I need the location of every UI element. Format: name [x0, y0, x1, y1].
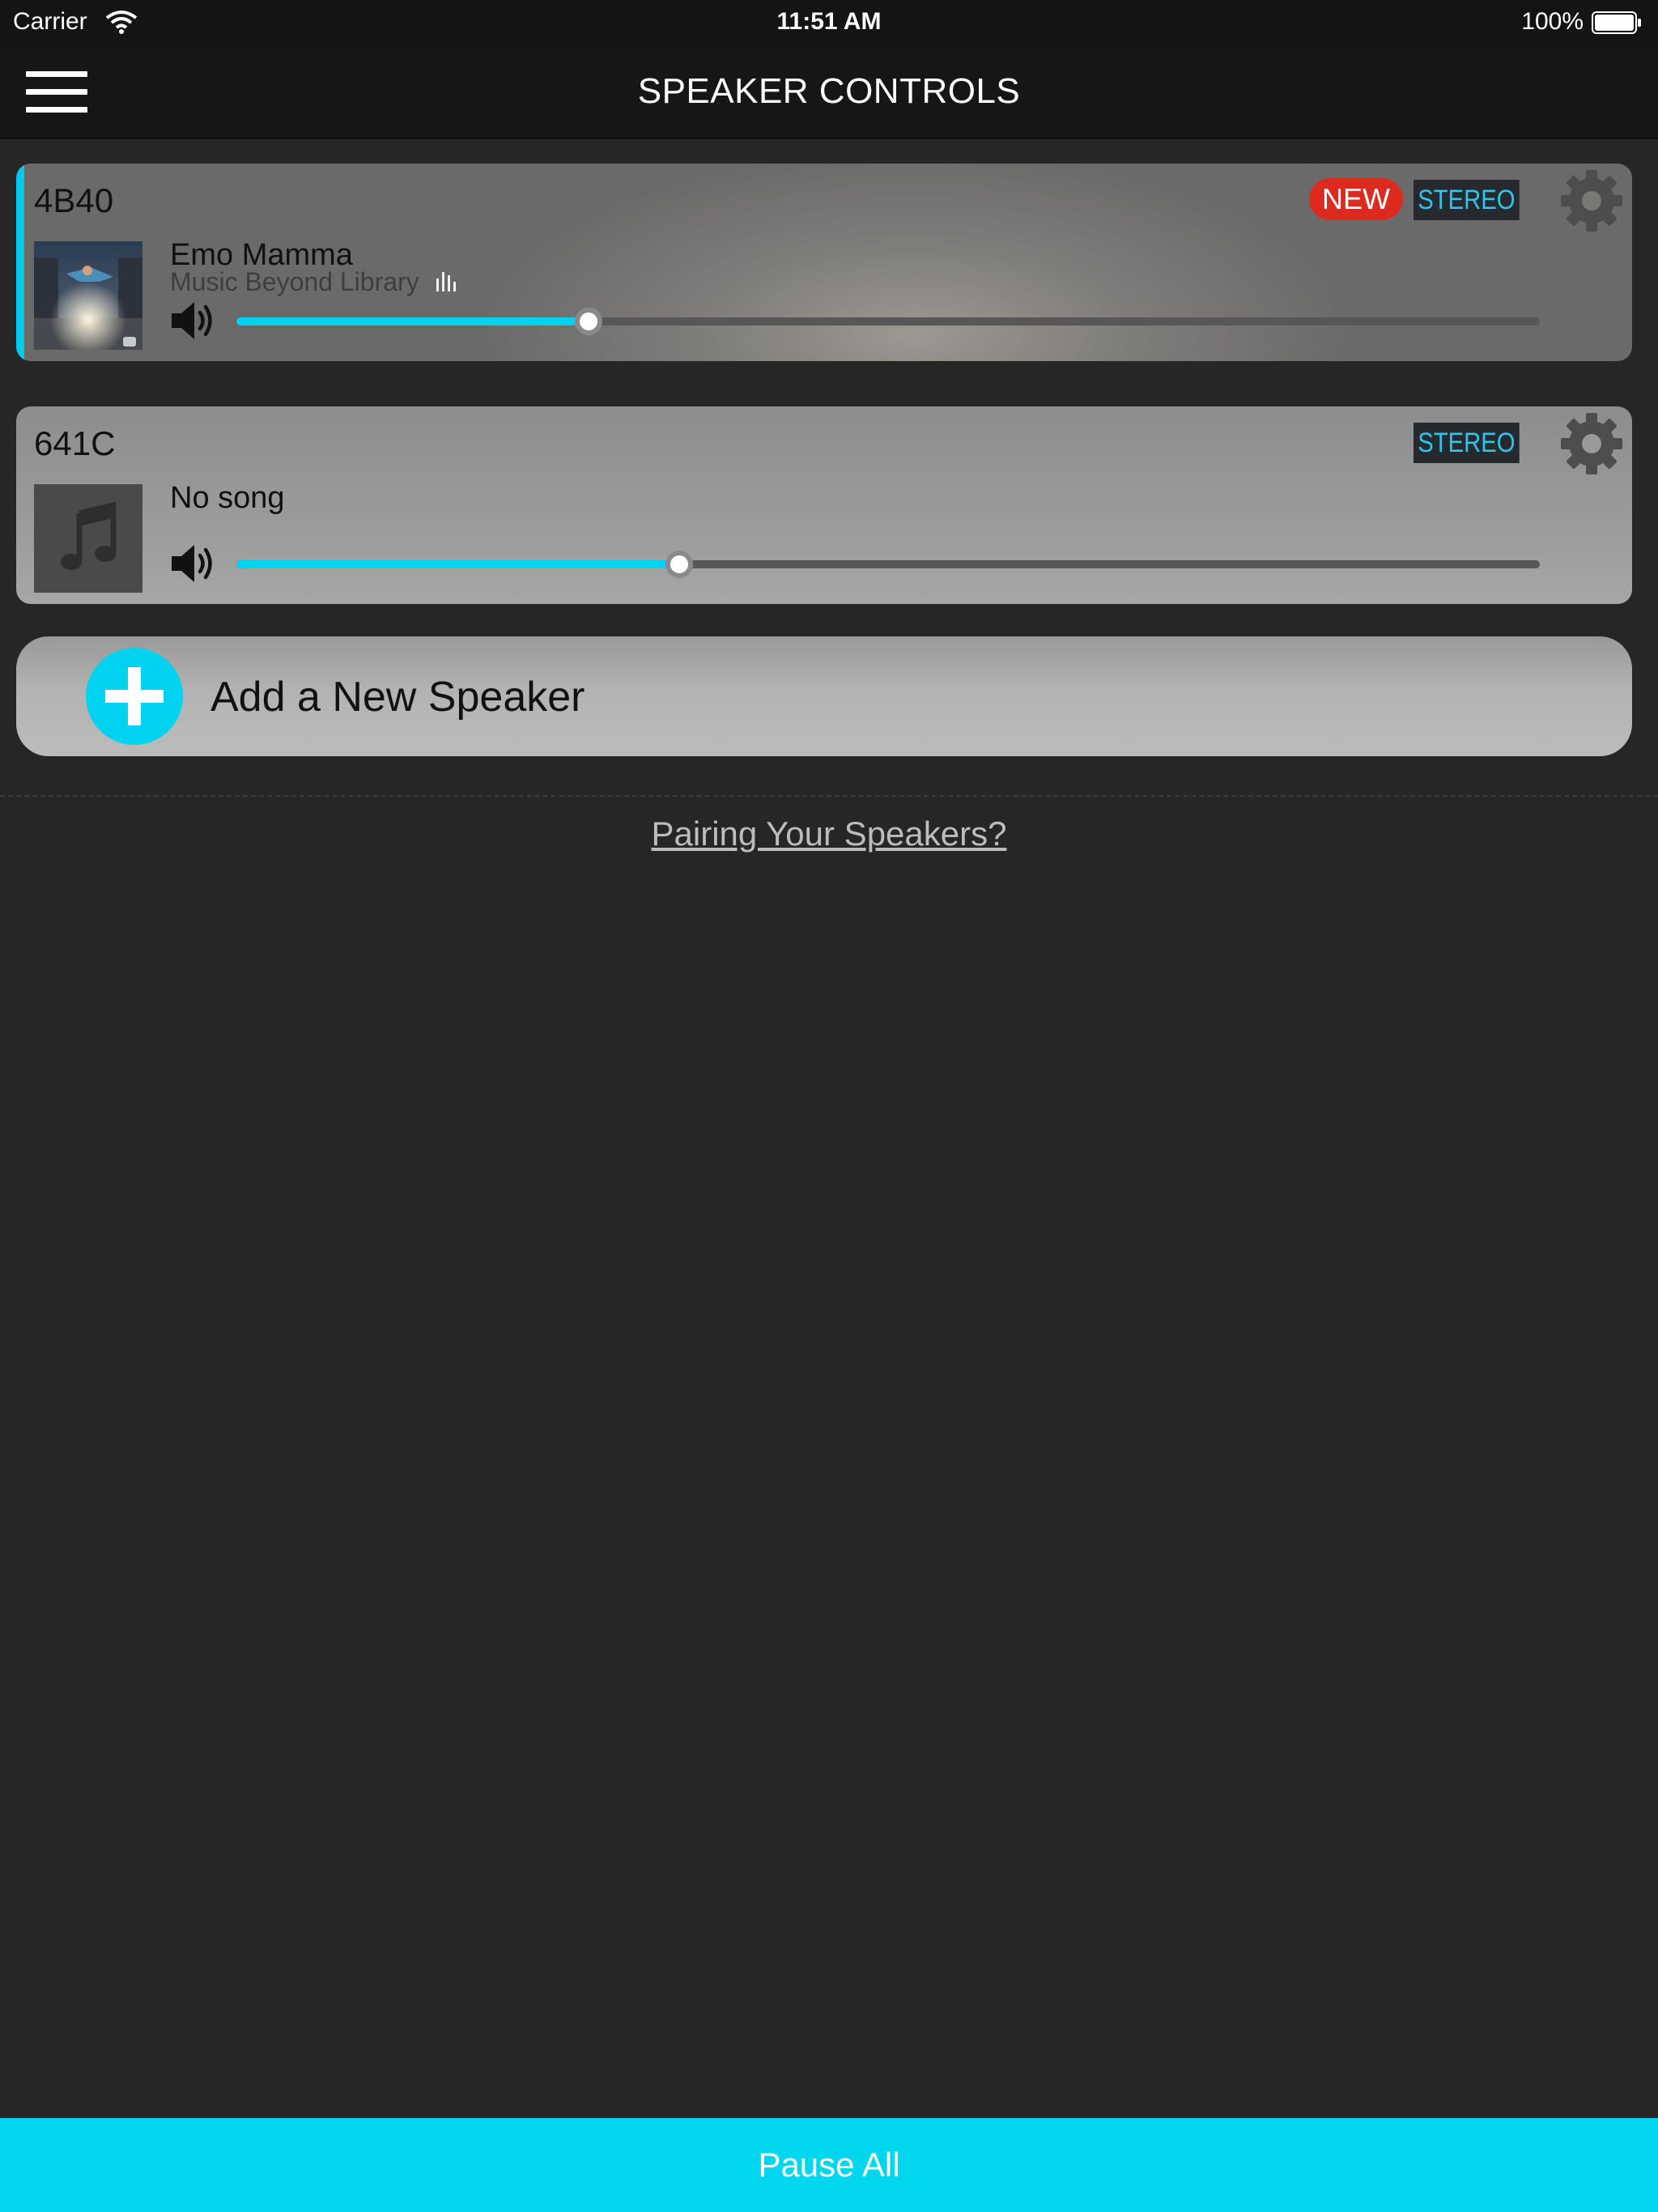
add-speaker-label: Add a New Speaker — [210, 674, 585, 721]
album-art-placeholder — [34, 484, 142, 593]
album-art — [34, 241, 142, 350]
song-title: No song — [170, 481, 285, 515]
nav-bar: SPEAKER CONTROLS — [0, 47, 1658, 139]
add-speaker-button[interactable]: Add a New Speaker — [16, 636, 1632, 756]
speaker-name: 4B40 — [34, 181, 114, 219]
stereo-badge[interactable]: STEREO — [1414, 180, 1520, 220]
volume-icon[interactable] — [170, 542, 217, 585]
speaker-name: 641C — [34, 424, 116, 462]
gear-icon[interactable] — [1559, 411, 1624, 476]
new-badge: NEW — [1309, 178, 1403, 220]
divider — [0, 795, 1658, 797]
volume-slider[interactable] — [236, 551, 1540, 578]
volume-fill — [236, 317, 589, 325]
page-title: SPEAKER CONTROLS — [637, 71, 1021, 111]
active-indicator — [16, 164, 24, 361]
volume-slider-thumb[interactable] — [574, 308, 602, 335]
pairing-help-link[interactable]: Pairing Your Speakers? — [0, 815, 1658, 853]
volume-icon[interactable] — [170, 300, 217, 342]
volume-slider[interactable] — [236, 308, 1540, 335]
music-note-icon — [61, 502, 117, 570]
clock: 11:51 AM — [776, 8, 882, 35]
battery-percent: 100% — [1521, 8, 1584, 35]
volume-fill — [236, 560, 680, 568]
song-source: Music Beyond Library — [170, 267, 419, 296]
volume-slider-thumb[interactable] — [665, 551, 694, 578]
pause-all-button[interactable]: Pause All — [0, 2118, 1658, 2212]
equalizer-icon — [436, 272, 456, 291]
gear-icon[interactable] — [1559, 168, 1624, 233]
stereo-badge[interactable]: STEREO — [1414, 423, 1520, 463]
status-bar: Carrier 11:51 AM 100% — [0, 0, 1658, 47]
speaker-card-641c[interactable]: 641C No song STEREO — [16, 406, 1632, 604]
speaker-card-4b40[interactable]: 4B40 Emo Mamma Music Beyond Library NEW … — [16, 164, 1632, 361]
battery-icon — [1592, 11, 1641, 34]
plus-icon — [86, 648, 183, 745]
